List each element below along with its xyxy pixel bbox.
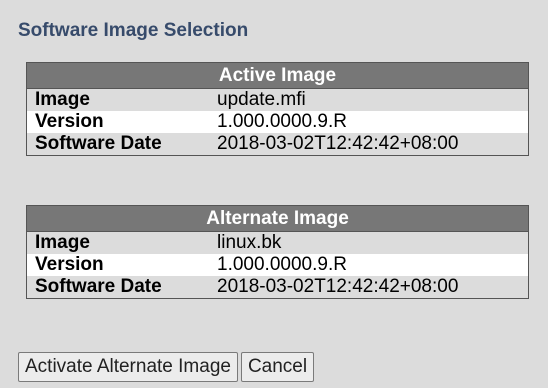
- activate-alternate-image-button[interactable]: Activate Alternate Image: [18, 352, 238, 382]
- table-row-software-date: Software Date 2018-03-02T12:42:42+08:00: [26, 276, 529, 299]
- software-image-page: Software Image Selection Active Image Im…: [0, 0, 548, 388]
- table-row-software-date: Software Date 2018-03-02T12:42:42+08:00: [26, 133, 529, 156]
- row-label: Image: [26, 88, 209, 111]
- table-header-row: Alternate Image: [26, 205, 529, 232]
- active-image-header: Active Image: [26, 62, 529, 89]
- active-image-table: Active Image Image update.mfi Version 1.…: [26, 62, 529, 156]
- row-label: Software Date: [26, 133, 209, 156]
- row-value: linux.bk: [209, 231, 529, 254]
- table-header-row: Active Image: [26, 62, 529, 89]
- row-label: Version: [26, 254, 209, 276]
- table-row-version: Version 1.000.0000.9.R: [26, 254, 529, 276]
- row-label: Software Date: [26, 276, 209, 299]
- alternate-image-table: Alternate Image Image linux.bk Version 1…: [26, 205, 529, 299]
- button-bar: Activate Alternate Image Cancel: [18, 352, 317, 382]
- cancel-button[interactable]: Cancel: [240, 352, 315, 382]
- row-value: update.mfi: [209, 88, 529, 111]
- row-value: 1.000.0000.9.R: [209, 111, 529, 133]
- row-label: Version: [26, 111, 209, 133]
- table-row-image: Image linux.bk: [26, 231, 529, 254]
- row-value: 2018-03-02T12:42:42+08:00: [209, 133, 529, 156]
- row-label: Image: [26, 231, 209, 254]
- alternate-image-header: Alternate Image: [26, 205, 529, 232]
- row-value: 2018-03-02T12:42:42+08:00: [209, 276, 529, 299]
- row-value: 1.000.0000.9.R: [209, 254, 529, 276]
- page-title: Software Image Selection: [18, 20, 249, 41]
- table-row-version: Version 1.000.0000.9.R: [26, 111, 529, 133]
- table-row-image: Image update.mfi: [26, 88, 529, 111]
